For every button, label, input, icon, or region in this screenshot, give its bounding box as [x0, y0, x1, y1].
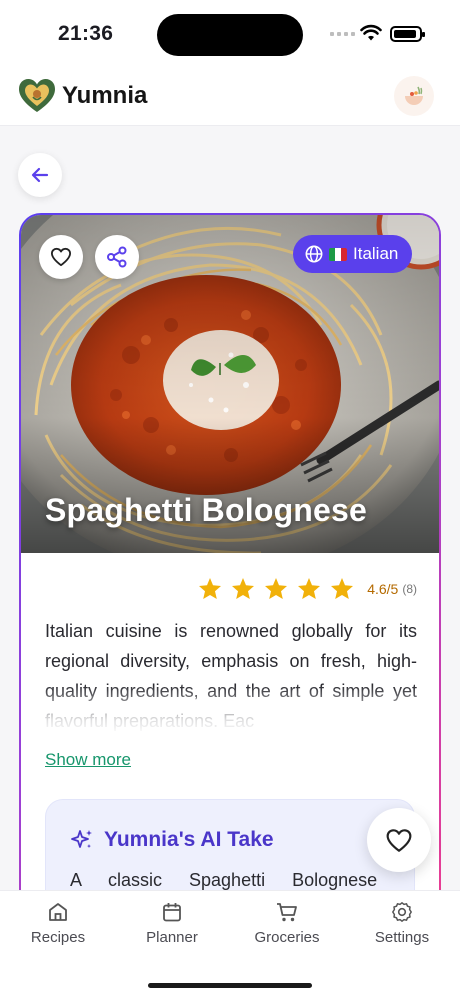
cart-icon: [277, 903, 297, 922]
tab-label: Groceries: [254, 929, 320, 946]
status-bar: 21:36: [0, 0, 460, 68]
cuisine-label: Italian: [353, 244, 399, 263]
calendar-icon: [163, 903, 181, 922]
cuisine-badge: Italian: [293, 235, 413, 273]
avatar[interactable]: [394, 76, 434, 116]
ai-take-text: A classic Spaghetti Bolognese: [70, 870, 378, 890]
tab-label: Recipes: [30, 929, 86, 946]
tab-planner[interactable]: Planner: [122, 901, 222, 946]
tab-label: Settings: [374, 929, 430, 946]
tab-label: Planner: [146, 929, 198, 946]
battery-icon: [390, 26, 425, 42]
globe-icon: [305, 245, 323, 263]
star-icon: [331, 578, 354, 599]
arrow-left-icon: [31, 167, 49, 183]
app-logo-icon: [19, 79, 55, 112]
floating-favorite-button[interactable]: [367, 808, 431, 872]
italy-flag-icon: [329, 247, 347, 261]
ai-take-header: Yumnia's AI Take: [70, 828, 274, 852]
back-button[interactable]: [18, 153, 62, 197]
ai-take-title: Yumnia's AI Take: [104, 828, 274, 851]
heart-icon: [386, 828, 412, 852]
star-icon: [298, 578, 321, 599]
gear-icon: [392, 902, 412, 922]
recipe-detail-screen: 21:36 Yumnia Italian Spaghetti Bolognese…: [0, 0, 460, 997]
show-more-link[interactable]: Show more: [45, 750, 131, 770]
rating-value: 4.6/5: [367, 580, 399, 597]
star-rating: [198, 577, 354, 600]
app-name: Yumnia: [62, 82, 148, 109]
dynamic-island: [157, 14, 303, 56]
share-icon: [107, 246, 127, 268]
tab-groceries[interactable]: Groceries: [237, 901, 337, 946]
rating: 4.6/5 (8): [198, 577, 417, 600]
bottom-tab-bar: Recipes Planner Groceries Settings: [0, 890, 460, 997]
tab-recipes[interactable]: Recipes: [8, 901, 108, 946]
home-icon: [49, 903, 67, 921]
sparkles-icon: [71, 830, 92, 848]
rating-count: (8): [402, 581, 417, 596]
heart-icon: [51, 247, 71, 267]
app-header: Yumnia: [0, 68, 460, 126]
description-fade: [41, 685, 421, 735]
favorite-button[interactable]: [39, 235, 83, 279]
share-button[interactable]: [95, 235, 139, 279]
star-icon: [232, 578, 255, 599]
tab-settings[interactable]: Settings: [352, 901, 452, 946]
star-icon: [199, 578, 222, 599]
wifi-icon: [360, 24, 382, 41]
cellular-signal-icon: [330, 32, 355, 36]
home-indicator: [148, 983, 312, 988]
star-icon: [265, 578, 288, 599]
recipe-title: Spaghetti Bolognese: [45, 492, 368, 528]
status-time: 21:36: [58, 22, 114, 45]
bowl-icon: [405, 86, 423, 105]
